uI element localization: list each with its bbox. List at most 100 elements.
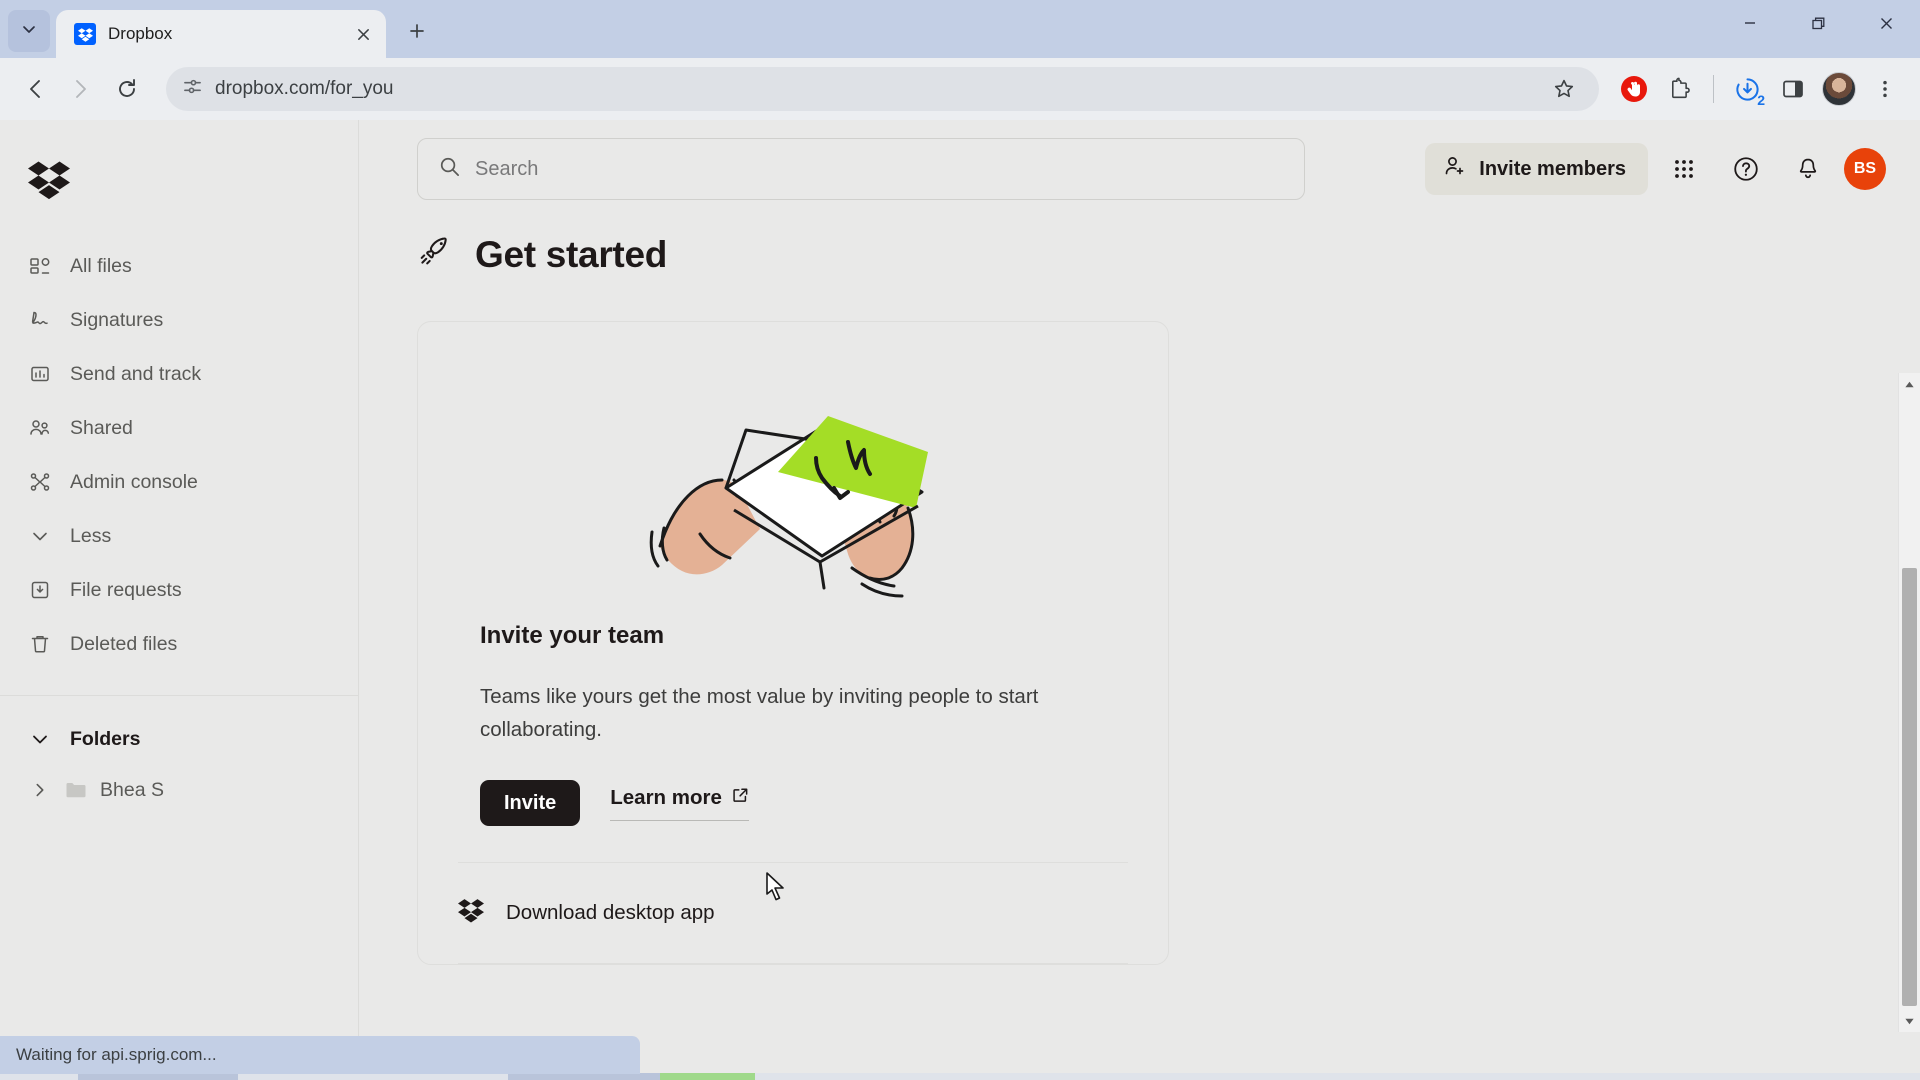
search-input[interactable]: Search <box>417 138 1305 200</box>
card-description: Teams like yours get the most value by i… <box>480 685 1039 741</box>
sidebar-item-label: Admin console <box>70 470 198 493</box>
content-area: Get started Invite your team Teams like … <box>359 218 1920 965</box>
learn-more-link[interactable]: Learn more <box>610 786 749 821</box>
maximize-window-button[interactable] <box>1784 0 1852 46</box>
sidebar: All files Signatures Send and track Shar… <box>0 120 359 1056</box>
window-controls <box>1716 0 1920 58</box>
tab-search-button[interactable] <box>8 10 50 52</box>
sidebar-item-label: Shared <box>70 416 133 439</box>
folders-header-label: Folders <box>70 727 141 750</box>
folder-icon <box>64 778 88 802</box>
avatar <box>1822 72 1856 106</box>
sidebar-item-less[interactable]: Less <box>0 509 358 563</box>
side-panel-icon[interactable] <box>1772 68 1814 110</box>
sidebar-item-send-and-track[interactable]: Send and track <box>0 347 358 401</box>
dropbox-app: All files Signatures Send and track Shar… <box>0 120 1920 1056</box>
folder-label: Bhea S <box>100 778 164 801</box>
tab-strip: Dropbox <box>0 0 1920 58</box>
card-body: Invite your team Teams like yours get th… <box>418 622 1168 862</box>
mouse-cursor <box>766 872 784 901</box>
star-icon[interactable] <box>1543 68 1585 110</box>
sidebar-item-label: Deleted files <box>70 632 178 655</box>
extensions-puzzle-icon[interactable] <box>1659 68 1701 110</box>
get-started-card: Invite your team Teams like yours get th… <box>417 321 1169 965</box>
dropbox-icon <box>458 897 484 929</box>
status-text: Waiting for api.sprig.com... <box>16 1045 217 1064</box>
chrome-menu-icon[interactable] <box>1864 68 1906 110</box>
page-title: Get started <box>417 232 1920 277</box>
trash-icon <box>28 632 52 656</box>
sidebar-item-file-requests[interactable]: File requests <box>0 563 358 617</box>
external-link-icon <box>732 786 749 810</box>
browser-tab[interactable]: Dropbox <box>56 10 386 58</box>
sidebar-folder-bhea-s[interactable]: Bhea S <box>0 764 358 816</box>
person-plus-icon <box>1443 154 1467 184</box>
card-actions: Invite Learn more <box>480 780 1106 862</box>
search-icon <box>438 155 461 183</box>
send-and-track-icon <box>28 362 52 386</box>
help-circle-icon[interactable] <box>1720 143 1772 195</box>
plus-icon <box>408 22 426 45</box>
downloads-icon[interactable]: 2 <box>1726 68 1768 110</box>
adblock-icon[interactable] <box>1613 68 1655 110</box>
taskbar-item[interactable] <box>78 1073 238 1080</box>
new-tab-button[interactable] <box>398 14 436 52</box>
shared-people-icon <box>28 416 52 440</box>
sidebar-item-label: File requests <box>70 578 182 601</box>
sidebar-item-all-files[interactable]: All files <box>0 239 358 293</box>
site-settings-icon[interactable] <box>182 76 203 102</box>
invite-members-label: Invite members <box>1479 157 1626 180</box>
bell-icon[interactable] <box>1782 143 1834 195</box>
scroll-up-button[interactable] <box>1899 373 1920 395</box>
profile-avatar-icon[interactable] <box>1818 68 1860 110</box>
close-window-button[interactable] <box>1852 0 1920 46</box>
apps-grid-icon[interactable] <box>1658 143 1710 195</box>
page-title-text: Get started <box>475 233 668 275</box>
user-avatar[interactable]: BS <box>1844 148 1886 190</box>
page-scrollbar[interactable] <box>1898 373 1920 1032</box>
learn-more-label: Learn more <box>610 785 722 809</box>
address-bar[interactable]: dropbox.com/for_you <box>166 67 1599 111</box>
browser-window: Dropbox dropbox.com/for_you 2 All files … <box>0 0 1920 1080</box>
file-request-icon <box>28 578 52 602</box>
app-header: Search Invite members BS <box>359 120 1920 218</box>
hands-holding-envelope-illustration <box>418 322 1168 622</box>
download-desktop-app-row[interactable]: Download desktop app <box>418 863 1168 963</box>
minimize-window-button[interactable] <box>1716 0 1784 46</box>
sidebar-item-deleted-files[interactable]: Deleted files <box>0 617 358 671</box>
invite-members-button[interactable]: Invite members <box>1425 143 1648 195</box>
downloads-badge: 2 <box>1757 92 1765 108</box>
dropbox-icon <box>74 23 96 45</box>
scrollbar-thumb[interactable] <box>1902 568 1917 1006</box>
close-icon[interactable] <box>350 21 376 47</box>
rocket-icon <box>417 232 453 277</box>
header-actions: Invite members BS <box>1425 143 1886 195</box>
sidebar-folders-header[interactable]: Folders <box>0 714 358 764</box>
chevron-right-icon[interactable] <box>28 778 52 802</box>
chevron-down-icon <box>28 727 52 751</box>
sidebar-item-signatures[interactable]: Signatures <box>0 293 358 347</box>
back-button[interactable] <box>14 68 56 110</box>
sidebar-item-label: Less <box>70 524 112 547</box>
admin-console-icon <box>28 470 52 494</box>
sidebar-item-label: Send and track <box>70 362 202 385</box>
taskbar-item[interactable] <box>508 1073 668 1080</box>
search-placeholder: Search <box>475 157 539 180</box>
dropbox-logo[interactable] <box>0 148 358 239</box>
reload-button[interactable] <box>106 68 148 110</box>
tab-title: Dropbox <box>108 24 173 43</box>
card-title: Invite your team <box>480 622 665 649</box>
forward-button[interactable] <box>60 68 102 110</box>
sidebar-item-admin-console[interactable]: Admin console <box>0 455 358 509</box>
all-files-icon <box>28 254 52 278</box>
card-divider <box>458 963 1128 964</box>
sidebar-item-shared[interactable]: Shared <box>0 401 358 455</box>
invite-button[interactable]: Invite <box>480 780 581 826</box>
user-avatar-initials: BS <box>1853 160 1877 177</box>
main-content: Search Invite members BS Get started Inv… <box>359 120 1920 1056</box>
chevron-down-icon <box>21 21 37 42</box>
scroll-down-button[interactable] <box>1899 1010 1920 1032</box>
sidebar-divider <box>0 695 358 696</box>
taskbar-item[interactable] <box>660 1073 755 1080</box>
chevron-down-icon <box>28 524 52 548</box>
